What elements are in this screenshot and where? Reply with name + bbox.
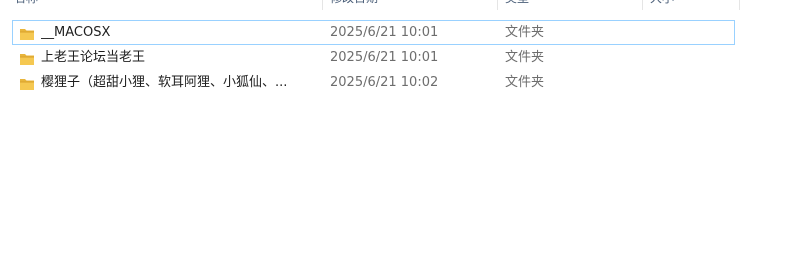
file-name: __MACOSX <box>41 25 111 40</box>
column-divider[interactable] <box>739 0 740 10</box>
column-divider[interactable] <box>322 0 323 10</box>
file-row[interactable]: 上老王论坛当老王 2025/6/21 10:01 文件夹 <box>12 45 735 70</box>
column-header-size[interactable]: 大小 <box>650 0 674 10</box>
file-explorer: 名称 修改日期 类型 大小 __MACOSX 2025/6/21 10:01 文… <box>0 0 800 273</box>
file-date-modified: 2025/6/21 10:01 <box>330 50 439 65</box>
file-type: 文件夹 <box>505 50 545 65</box>
folder-icon <box>19 26 35 40</box>
file-row[interactable]: __MACOSX 2025/6/21 10:01 文件夹 <box>12 20 735 45</box>
file-date-modified: 2025/6/21 10:01 <box>330 25 439 40</box>
column-header-type[interactable]: 类型 <box>505 0 529 10</box>
file-type: 文件夹 <box>505 25 545 40</box>
file-name: 上老王论坛当老王 <box>41 50 146 65</box>
file-row[interactable]: 樱狸子（超甜小狸、软耳阿狸、小狐仙、... 2025/6/21 10:02 文件… <box>12 70 735 95</box>
file-name: 樱狸子（超甜小狸、软耳阿狸、小狐仙、... <box>41 75 288 90</box>
folder-icon <box>19 76 35 90</box>
column-header-row: 名称 修改日期 类型 大小 <box>0 0 740 10</box>
column-header-date-modified[interactable]: 修改日期 <box>330 0 378 10</box>
column-divider[interactable] <box>497 0 498 10</box>
column-divider[interactable] <box>642 0 643 10</box>
file-list: __MACOSX 2025/6/21 10:01 文件夹 上老王论坛当老王 20… <box>12 20 735 95</box>
folder-icon <box>19 51 35 65</box>
column-header-name[interactable]: 名称 <box>14 0 38 10</box>
file-date-modified: 2025/6/21 10:02 <box>330 75 439 90</box>
file-type: 文件夹 <box>505 75 545 90</box>
